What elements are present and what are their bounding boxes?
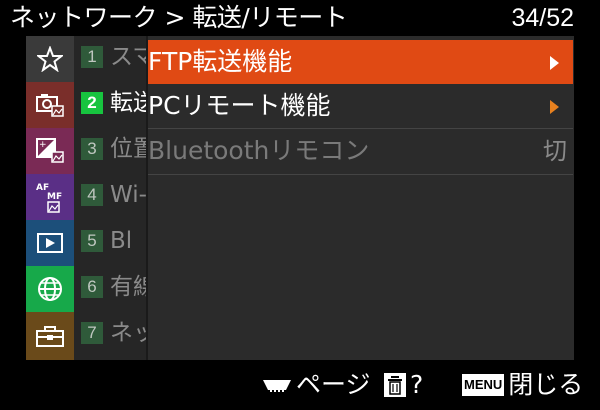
category-tab-shooting[interactable]	[26, 82, 74, 128]
menu-item-bluetooth-remote[interactable]: Bluetoothリモコン 切	[148, 129, 573, 173]
menu-button-badge: MENU	[462, 374, 505, 396]
menu-item-pc-remote[interactable]: PCリモート機能	[148, 84, 573, 128]
af-mf-icon: AF MF	[36, 183, 62, 213]
camera-photo-icon	[36, 94, 64, 117]
menu-item-label: PCリモート機能	[148, 91, 331, 120]
subtab-2[interactable]: 2 転送	[74, 82, 146, 128]
subtab-5[interactable]: 5 Bl	[74, 220, 146, 266]
menu-item-label: Bluetoothリモコン	[148, 136, 370, 165]
subtab-number: 4	[81, 184, 103, 206]
subtab-label: スマ	[110, 44, 146, 70]
subtab-1[interactable]: 1 スマ	[74, 36, 146, 82]
chevron-right-icon	[550, 100, 559, 114]
subtab-label: 位置	[110, 136, 146, 162]
delete-help-hint[interactable]: ?	[384, 360, 423, 410]
subtab-6[interactable]: 6 有線	[74, 266, 146, 312]
category-tab-network[interactable]	[26, 266, 74, 312]
page-label: ページ	[296, 370, 371, 399]
chevron-right-icon	[550, 56, 559, 70]
star-icon	[37, 46, 63, 72]
subtab-7[interactable]: 7 ネッ	[74, 312, 146, 358]
subtab-number: 1	[81, 46, 103, 68]
subtab-label: 有線	[110, 274, 146, 300]
help-label: ?	[410, 370, 424, 399]
subtab-4[interactable]: 4 Wi-	[74, 174, 146, 220]
toolbox-icon	[36, 326, 64, 347]
control-wheel-icon	[263, 380, 291, 392]
subtab-label: Wi-	[110, 182, 146, 208]
category-tab-setup[interactable]	[26, 312, 74, 360]
menu-item-list: FTP転送機能 PCリモート機能 Bluetoothリモコン 切	[146, 36, 574, 360]
subtab-label: ネッ	[110, 320, 146, 346]
close-menu-hint[interactable]: MENU 閉じる	[462, 360, 583, 410]
menu-frame: + AF MF 1 スマ 2 転送 3 位置 4 Wi- 5 Bl 6 有線 7…	[26, 36, 574, 360]
divider	[148, 174, 573, 175]
category-tab-exposure[interactable]: +	[26, 128, 74, 174]
menu-item-value: 切	[543, 137, 567, 165]
exposure-color-icon: +	[36, 138, 64, 163]
subtab-list: 1 スマ 2 転送 3 位置 4 Wi- 5 Bl 6 有線 7 ネッ	[74, 36, 146, 360]
header: ネットワーク > 転送/リモート 34/52	[0, 0, 600, 36]
subtab-number: 7	[81, 322, 103, 344]
page-nav-hint[interactable]: ページ	[262, 360, 371, 410]
svg-text:MF: MF	[47, 192, 62, 202]
subtab-number: 5	[81, 230, 103, 252]
category-tabs: + AF MF	[26, 36, 74, 360]
subtab-3[interactable]: 3 位置	[74, 128, 146, 174]
network-globe-icon	[38, 277, 62, 301]
category-tab-playback[interactable]	[26, 220, 74, 266]
page-counter: 34/52	[511, 4, 574, 32]
subtab-label: Bl	[110, 228, 133, 254]
subtab-number: 6	[81, 276, 103, 298]
page-title: ネットワーク > 転送/リモート	[10, 3, 348, 32]
category-tab-favorites[interactable]	[26, 36, 74, 82]
close-label: 閉じる	[508, 370, 584, 399]
subtab-number: 3	[81, 138, 103, 160]
svg-text:+: +	[39, 140, 47, 150]
category-tab-focus[interactable]: AF MF	[26, 174, 74, 220]
menu-item-ftp-transfer[interactable]: FTP転送機能	[148, 40, 573, 84]
subtab-number: 2	[81, 92, 103, 114]
menu-item-label: FTP転送機能	[148, 47, 293, 76]
subtab-label: 転送	[110, 90, 146, 116]
playback-icon	[37, 233, 63, 253]
footer-guide: ページ ? MENU 閉じる	[0, 360, 600, 410]
trash-icon	[384, 373, 406, 397]
